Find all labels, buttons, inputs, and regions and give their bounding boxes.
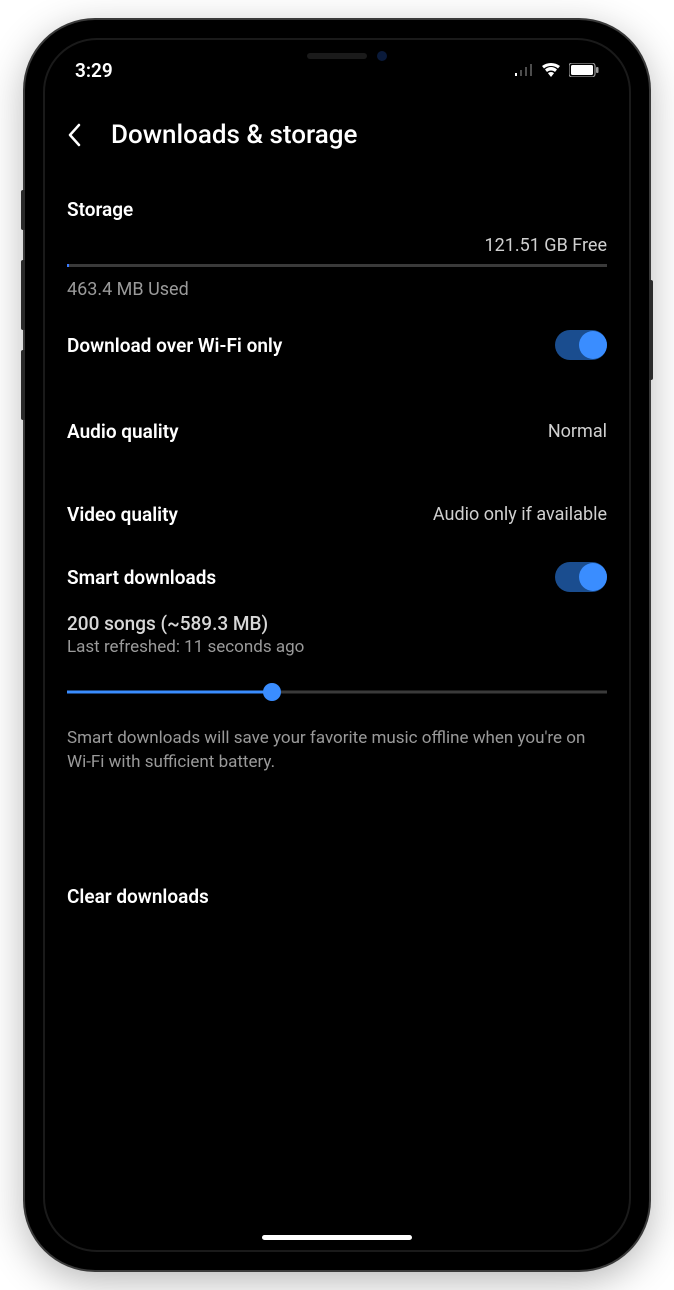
video-quality-value: Audio only if available [433,504,607,525]
status-icons [515,63,599,77]
smart-downloads-toggle[interactable] [555,562,607,592]
chevron-left-icon [67,123,81,147]
smart-refreshed-text: Last refreshed: 11 seconds ago [67,637,607,657]
phone-frame: 3:29 Downloads & storage Storage 121.51 … [25,20,649,1270]
battery-icon [569,63,599,77]
smart-downloads-head: Smart downloads [67,562,607,592]
wifi-only-row[interactable]: Download over Wi-Fi only [67,300,607,390]
audio-quality-value: Normal [548,421,607,442]
video-quality-label: Video quality [67,503,178,526]
smart-downloads-label: Smart downloads [67,566,216,589]
slider-thumb [263,683,281,701]
storage-bar [67,264,607,267]
wifi-icon [541,63,561,77]
front-camera [377,51,387,61]
toggle-knob [579,331,607,359]
toggle-knob [579,563,607,591]
storage-free-text: 121.51 GB Free [67,235,607,256]
cellular-icon [515,64,533,76]
clear-downloads-label: Clear downloads [67,885,607,908]
smart-downloads-section: Smart downloads 200 songs (~589.3 MB) La… [67,562,607,775]
storage-bar-fill [67,264,69,267]
audio-quality-row[interactable]: Audio quality Normal [67,390,607,473]
power-button [649,280,653,380]
audio-quality-label: Audio quality [67,420,179,443]
back-button[interactable] [67,123,81,147]
video-quality-row[interactable]: Video quality Audio only if available [67,473,607,556]
content: Storage 121.51 GB Free 463.4 MB Used Dow… [45,198,629,928]
wifi-only-toggle[interactable] [555,330,607,360]
smart-songs-text: 200 songs (~589.3 MB) [67,612,607,635]
notch [232,40,442,72]
header: Downloads & storage [45,90,629,170]
storage-used-text: 463.4 MB Used [67,279,607,300]
clear-downloads-row[interactable]: Clear downloads [67,865,607,928]
home-indicator[interactable] [262,1235,412,1240]
wifi-only-label: Download over Wi-Fi only [67,334,282,357]
speaker [307,53,367,59]
screen: 3:29 Downloads & storage Storage 121.51 … [43,38,631,1252]
storage-label: Storage [67,198,607,221]
slider-fill [67,691,272,694]
status-time: 3:29 [75,59,113,82]
page-title: Downloads & storage [111,120,357,150]
smart-downloads-slider[interactable] [67,683,607,701]
smart-downloads-description: Smart downloads will save your favorite … [67,727,607,775]
